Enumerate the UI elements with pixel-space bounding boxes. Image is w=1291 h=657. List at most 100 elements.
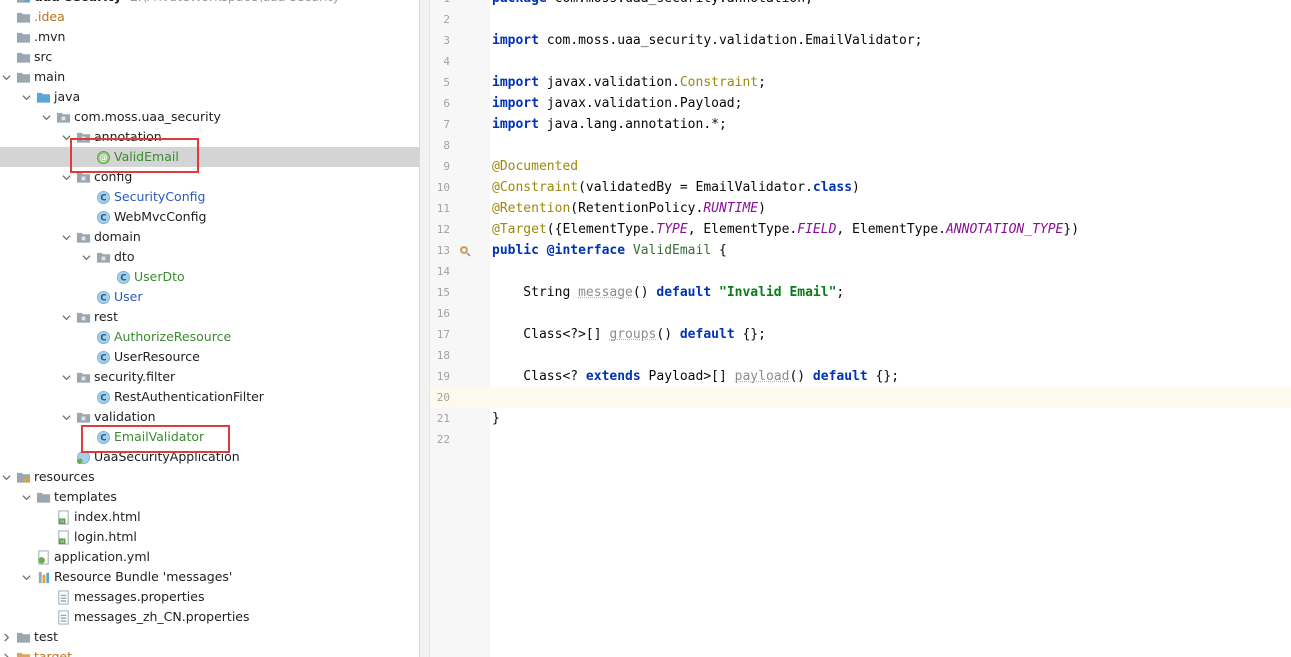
tree-item[interactable]: C RestAuthenticationFilter [0, 387, 419, 407]
tree-item[interactable]: application.yml [0, 547, 419, 567]
chevron-down-icon[interactable] [20, 491, 32, 503]
code-line[interactable]: String message() default "Invalid Email"… [490, 282, 1291, 303]
code-token: { [711, 243, 727, 258]
code-token: @interface [546, 243, 633, 258]
code-editor[interactable]: package com.moss.uaa_security.annotation… [490, 0, 1291, 657]
code-token: RUNTIME [703, 201, 759, 216]
tree-item[interactable]: C UserResource [0, 347, 419, 367]
tree-item[interactable]: messages.properties [0, 587, 419, 607]
tree-item[interactable]: rest [0, 307, 419, 327]
tree-item[interactable]: C WebMvcConfig [0, 207, 419, 227]
chevron-down-icon[interactable] [80, 251, 92, 263]
tree-item[interactable]: com.moss.uaa_security [0, 107, 419, 127]
tree-item[interactable]: target [0, 647, 419, 657]
tree-item-label: UserResource [114, 349, 200, 364]
chevron-down-icon[interactable] [40, 111, 52, 123]
chevron-down-icon[interactable] [60, 411, 72, 423]
code-token: {}; [742, 327, 766, 342]
code-line[interactable]: import javax.validation.Payload; [490, 93, 1291, 114]
tree-item[interactable]: C AuthorizeResource [0, 327, 419, 347]
tree-item-label: UserDto [134, 269, 185, 284]
tree-item-label: SecurityConfig [114, 189, 206, 204]
chevron-down-icon[interactable] [20, 91, 32, 103]
package-icon [76, 310, 91, 325]
code-line[interactable]: @Target({ElementType.TYPE, ElementType.F… [490, 219, 1291, 240]
svg-text:C: C [100, 212, 106, 222]
line-number: 15 [436, 286, 450, 299]
tree-item[interactable]: Hlogin.html [0, 527, 419, 547]
tree-item[interactable]: C UserDto [0, 267, 419, 287]
source-folder-icon [36, 90, 51, 105]
tree-item[interactable]: .mvn [0, 27, 419, 47]
code-line[interactable] [490, 387, 1291, 408]
tree-item[interactable]: C User [0, 287, 419, 307]
code-line[interactable]: package com.moss.uaa_security.annotation… [490, 0, 1291, 9]
code-token: {}; [875, 369, 900, 384]
code-line[interactable]: import com.moss.uaa_security.validation.… [490, 30, 1291, 51]
chevron-down-icon[interactable] [0, 71, 12, 83]
implemented-marker-icon[interactable] [458, 243, 472, 257]
code-line[interactable] [490, 135, 1291, 156]
tree-item[interactable]: main [0, 67, 419, 87]
code-line[interactable]: @Constraint(validatedBy = EmailValidator… [490, 177, 1291, 198]
tree-item[interactable]: C EmailValidator [0, 427, 419, 447]
code-token: Constraint [679, 75, 759, 90]
tree-item[interactable]: validation [0, 407, 419, 427]
tree-item[interactable]: Resource Bundle 'messages' [0, 567, 419, 587]
tree-item[interactable]: annotation [0, 127, 419, 147]
tree-item[interactable]: java [0, 87, 419, 107]
code-line[interactable]: Class<?>[] groups() default {}; [490, 324, 1291, 345]
module-icon [16, 0, 31, 5]
chevron-down-icon[interactable] [60, 371, 72, 383]
class-icon: C [96, 330, 111, 345]
tree-item[interactable]: dto [0, 247, 419, 267]
html-file-icon: H [56, 509, 71, 525]
chevron-right-icon[interactable] [0, 631, 12, 643]
code-token: import [492, 96, 547, 111]
chevron-down-icon[interactable] [20, 571, 32, 583]
code-line[interactable] [490, 429, 1291, 450]
tree-item[interactable]: security.filter [0, 367, 419, 387]
tree-item[interactable]: domain [0, 227, 419, 247]
line-number: 3 [443, 34, 450, 47]
code-line[interactable]: @Documented [490, 156, 1291, 177]
tree-item[interactable]: @ ValidEmail [0, 147, 419, 167]
chevron-down-icon[interactable] [60, 131, 72, 143]
code-line[interactable]: import java.lang.annotation.*; [490, 114, 1291, 135]
tree-item[interactable]: messages_zh_CN.properties [0, 607, 419, 627]
tree-item[interactable]: .idea [0, 7, 419, 27]
tree-item-label: index.html [74, 509, 141, 524]
tree-item[interactable]: C SecurityConfig [0, 187, 419, 207]
resources-folder-icon [16, 470, 31, 485]
chevron-down-icon[interactable] [60, 171, 72, 183]
chevron-down-icon[interactable] [0, 471, 12, 483]
tree-item[interactable]: UaaSecurityApplication [0, 447, 419, 467]
code-line[interactable] [490, 345, 1291, 366]
tree-item-label: main [34, 69, 66, 84]
code-line[interactable]: public @interface ValidEmail { [490, 240, 1291, 261]
chevron-right-icon[interactable] [0, 651, 12, 657]
chevron-down-icon[interactable] [60, 231, 72, 243]
tree-item-label: EmailValidator [114, 429, 205, 444]
code-token: ANNOTATION_TYPE [945, 222, 1064, 237]
tree-item[interactable]: uaa-security E:\PrivateWorkspace\uaa-secu… [0, 0, 419, 7]
pane-divider[interactable] [419, 0, 430, 657]
tree-item[interactable]: test [0, 627, 419, 647]
code-line[interactable] [490, 303, 1291, 324]
code-line[interactable] [490, 261, 1291, 282]
tree-item[interactable]: config [0, 167, 419, 187]
code-line[interactable]: import javax.validation.Constraint; [490, 72, 1291, 93]
chevron-down-icon[interactable] [60, 311, 72, 323]
tree-item[interactable]: src [0, 47, 419, 67]
code-token: @Target [492, 222, 547, 237]
code-line[interactable] [490, 51, 1291, 72]
tree-item[interactable]: templates [0, 487, 419, 507]
code-line[interactable]: Class<? extends Payload>[] payload() def… [490, 366, 1291, 387]
code-line[interactable]: @Retention(RetentionPolicy.RUNTIME) [490, 198, 1291, 219]
line-number: 10 [436, 181, 450, 194]
tree-item[interactable]: Hindex.html [0, 507, 419, 527]
code-line[interactable] [490, 9, 1291, 30]
code-line[interactable]: } [490, 408, 1291, 429]
svg-text:C: C [100, 192, 106, 202]
tree-item[interactable]: resources [0, 467, 419, 487]
